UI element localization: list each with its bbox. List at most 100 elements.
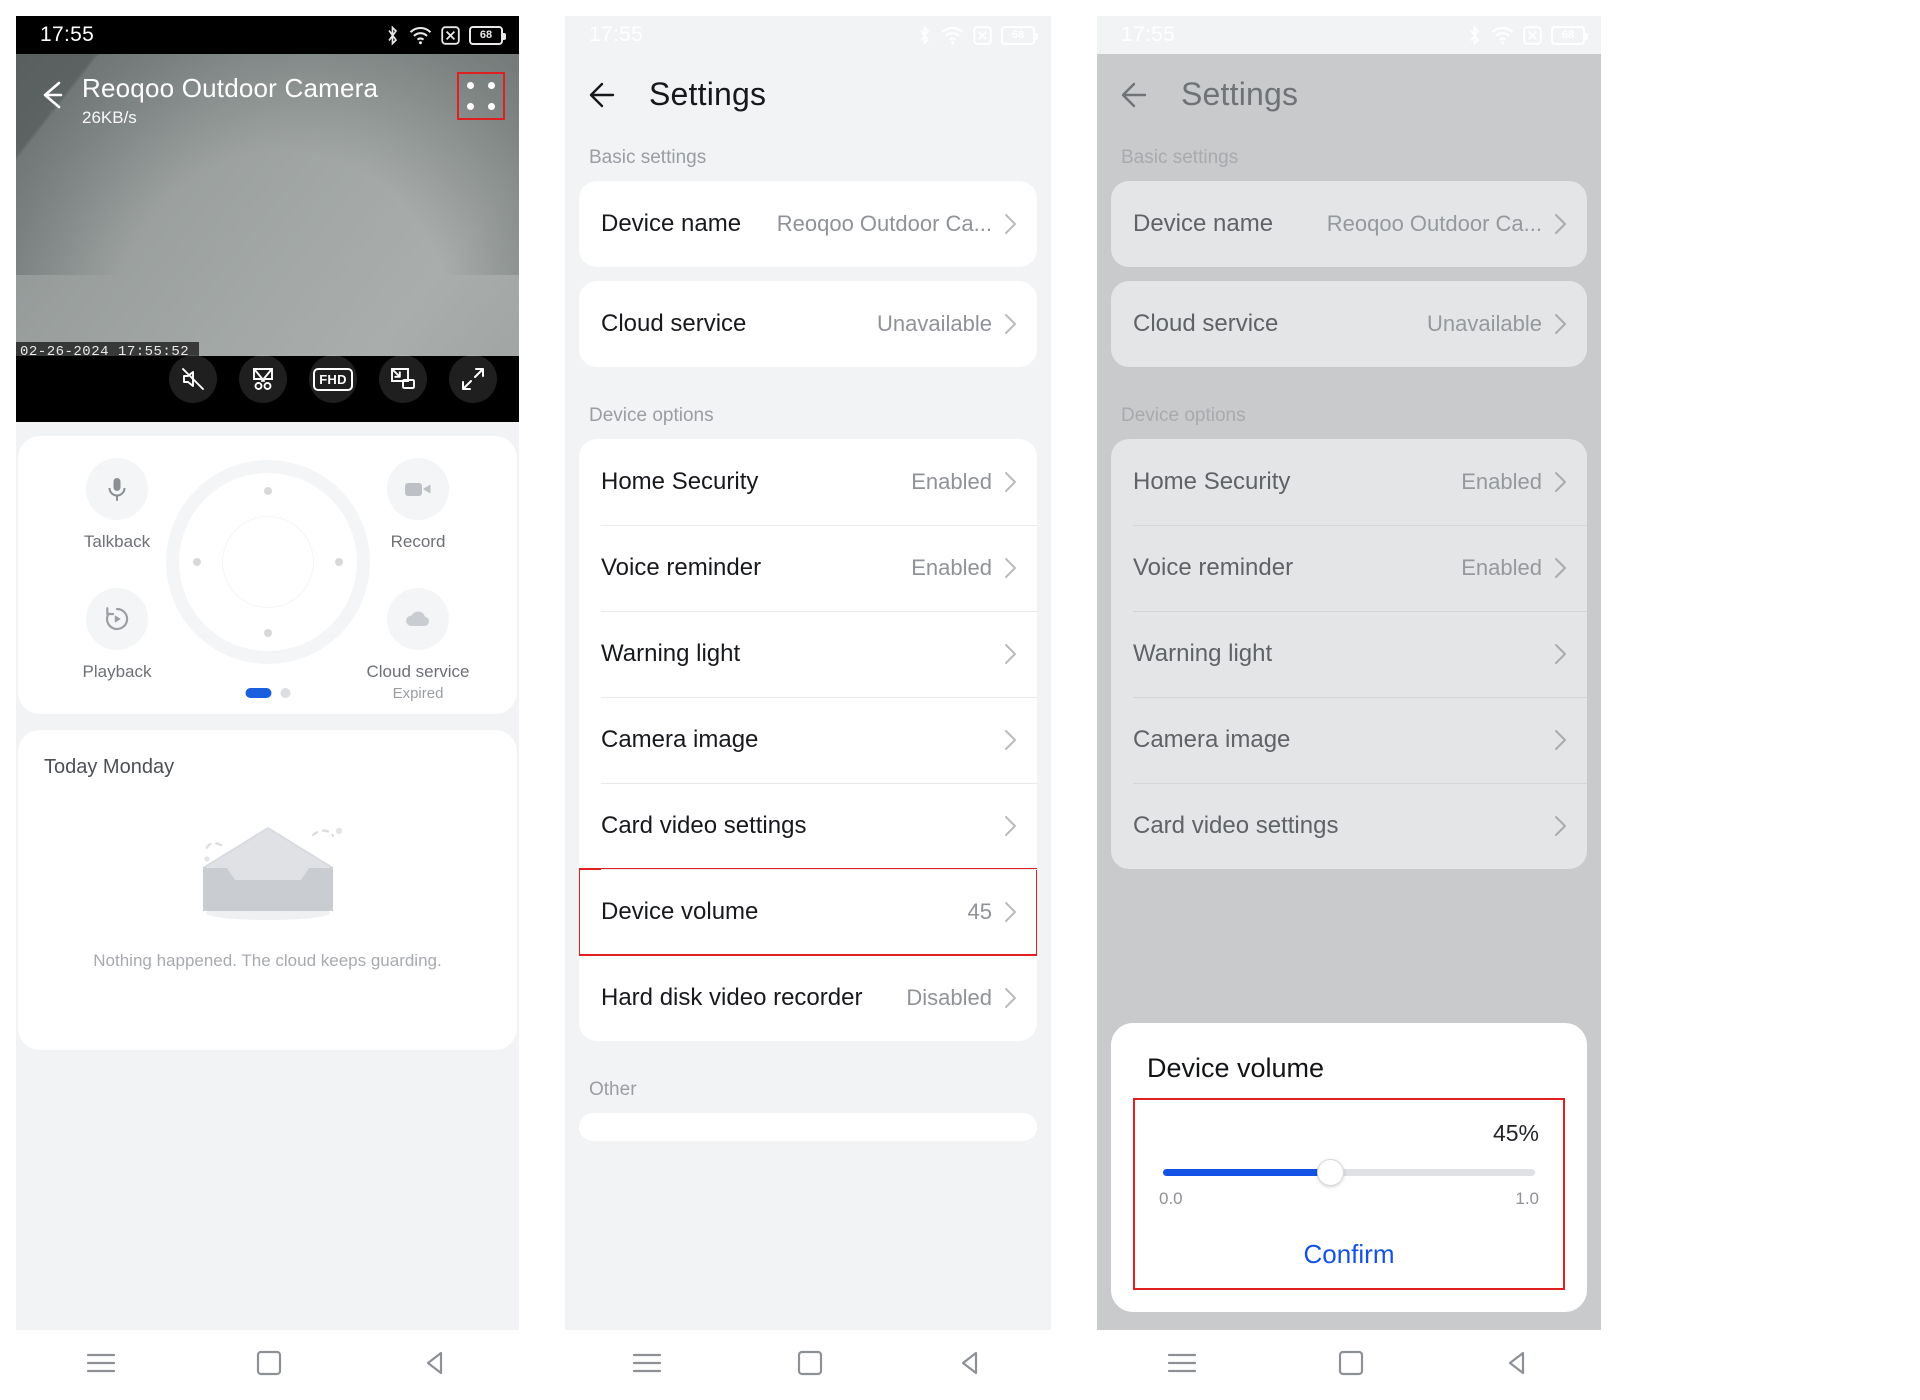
android-nav-bar — [565, 1330, 1051, 1400]
settings-header: Settings — [1097, 54, 1601, 123]
settings-group-device-options: Home Security Enabled Voice reminder Ena… — [1111, 439, 1587, 869]
settings-row-device-name[interactable]: Device name Reoqoo Outdoor Ca... — [1111, 181, 1587, 267]
chevron-right-icon — [1005, 644, 1016, 664]
settings-row-card-video-settings[interactable]: Card video settings — [579, 783, 1037, 869]
panel-divider — [535, 0, 549, 1400]
events-empty-text: Nothing happened. The cloud keeps guardi… — [93, 951, 442, 970]
settings-row-warning-light[interactable]: Warning light — [1111, 611, 1587, 697]
settings-group-device-options: Home Security Enabled Voice reminder Ena… — [579, 439, 1037, 1041]
panel-volume-dialog: 17:55 68 Settings Basic settings Device … — [1081, 0, 1601, 1400]
fullscreen-button[interactable] — [449, 355, 497, 403]
chevron-right-icon — [1555, 314, 1566, 334]
nav-home-button[interactable] — [1338, 1350, 1364, 1381]
settings-row-voice-reminder[interactable]: Voice reminder Enabled — [579, 525, 1037, 611]
page-title: Settings — [649, 76, 767, 112]
mute-button[interactable] — [169, 355, 217, 403]
row-label: Hard disk video recorder — [601, 984, 863, 1011]
settings-row-camera-image[interactable]: Camera image — [1111, 697, 1587, 783]
row-value: Unavailable — [1427, 311, 1542, 336]
settings-group-cloud-service: Cloud service Unavailable — [1111, 281, 1587, 367]
row-label: Device volume — [601, 898, 759, 925]
row-label: Cloud service — [601, 310, 747, 337]
row-value: Reoqoo Outdoor Ca... — [776, 211, 992, 236]
nav-recents-button[interactable] — [632, 1352, 662, 1379]
nav-back-button[interactable] — [423, 1350, 449, 1381]
scissors-icon — [253, 368, 273, 390]
settings-row-camera-image[interactable]: Camera image — [579, 697, 1037, 783]
device-volume-dialog: Device volume 45% 0.0 1.0 Confirm — [1111, 1023, 1587, 1312]
chevron-right-icon — [1005, 988, 1016, 1008]
row-label: Card video settings — [1133, 812, 1339, 839]
status-bar-icons: 68 — [917, 24, 1038, 46]
row-label: Voice reminder — [601, 554, 762, 581]
row-value: Enabled — [911, 469, 992, 494]
snapshot-button[interactable] — [239, 355, 287, 403]
row-label: Cloud service — [1133, 310, 1279, 337]
pager-dot-active[interactable] — [245, 688, 271, 698]
row-label: Device name — [601, 210, 742, 237]
settings-row-hard-disk-video-recorder[interactable]: Hard disk video recorder Disabled — [579, 955, 1037, 1041]
nav-recents-button[interactable] — [86, 1352, 116, 1379]
slider-fill — [1163, 1169, 1331, 1176]
playback-button[interactable]: Playback — [52, 588, 182, 682]
row-value: Enabled — [1461, 469, 1542, 494]
settings-row-device-name[interactable]: Device name Reoqoo Outdoor Ca... — [579, 181, 1037, 267]
settings-group-cloud-service: Cloud service Unavailable — [579, 281, 1037, 367]
settings-row-home-security[interactable]: Home Security Enabled — [579, 439, 1037, 525]
record-button[interactable]: Record — [353, 458, 483, 552]
three-panel-screenshot: 17:55 68 Reoqoo Outdoor Camera 26KB/s 02… — [0, 0, 1920, 1400]
cloud-icon — [387, 588, 449, 650]
confirm-button[interactable]: Confirm — [1153, 1209, 1545, 1280]
row-label: Voice reminder — [1133, 554, 1294, 581]
cloud-service-button[interactable]: Cloud service Expired — [353, 588, 483, 702]
settings-row-home-security[interactable]: Home Security Enabled — [1111, 439, 1587, 525]
settings-row-warning-light[interactable]: Warning light — [579, 611, 1037, 697]
settings-row-device-volume[interactable]: Device volume 45 — [579, 868, 1037, 956]
nav-back-button[interactable] — [1505, 1350, 1531, 1381]
back-arrow-icon[interactable] — [30, 72, 76, 118]
pager-dot[interactable] — [280, 688, 290, 698]
chevron-right-icon — [1555, 472, 1566, 492]
battery-icon: 68 — [1001, 25, 1038, 45]
cloud-service-status: Expired — [392, 685, 444, 702]
menu-lines-icon — [633, 1353, 662, 1372]
card-pager[interactable] — [245, 688, 290, 698]
settings-row-voice-reminder[interactable]: Voice reminder Enabled — [1111, 525, 1587, 611]
android-nav-bar — [1097, 1330, 1601, 1400]
nav-home-button[interactable] — [797, 1350, 823, 1381]
row-value: Disabled — [906, 985, 992, 1010]
square-icon — [797, 1350, 823, 1375]
back-arrow-icon[interactable] — [1119, 78, 1159, 112]
talkback-button[interactable]: Talkback — [52, 458, 182, 552]
row-right: Reoqoo Outdoor Ca... — [777, 211, 1017, 237]
speaker-muted-icon — [182, 368, 204, 390]
live-video-area[interactable]: Reoqoo Outdoor Camera 26KB/s 02-26-2024 … — [16, 54, 519, 422]
microphone-icon — [86, 458, 148, 520]
nav-recents-button[interactable] — [1167, 1352, 1197, 1379]
slider-knob[interactable] — [1316, 1159, 1344, 1186]
settings-row-cloud-service[interactable]: Cloud service Unavailable — [579, 281, 1037, 367]
four-dots-menu-icon[interactable] — [457, 72, 505, 120]
row-right: Unavailable — [877, 311, 1017, 337]
row-label: Warning light — [1133, 640, 1273, 667]
camera-control-card: Talkback Record Playback Cloud service E… — [18, 436, 517, 714]
ptz-dpad[interactable] — [165, 460, 370, 664]
ptz-center[interactable] — [221, 516, 314, 608]
chevron-right-icon — [1005, 314, 1016, 334]
settings-body-dimmed: Settings Basic settings Device name Reoq… — [1097, 54, 1601, 1330]
quality-button[interactable]: FHD — [309, 355, 357, 403]
nav-home-button[interactable] — [256, 1350, 282, 1381]
pip-button[interactable] — [379, 355, 427, 403]
video-camera-icon — [387, 458, 449, 520]
back-arrow-icon[interactable] — [587, 78, 627, 112]
bluetooth-icon — [388, 24, 398, 46]
settings-row-card-video-settings[interactable]: Card video settings — [1111, 783, 1587, 869]
nav-back-button[interactable] — [958, 1350, 984, 1381]
dialog-highlight-box: 45% 0.0 1.0 Confirm — [1133, 1098, 1565, 1290]
row-label: Camera image — [601, 726, 759, 753]
chevron-right-icon — [1005, 730, 1016, 750]
playback-replay-icon — [86, 588, 148, 650]
settings-row-cloud-service[interactable]: Cloud service Unavailable — [1111, 281, 1587, 367]
row-value: Reoqoo Outdoor Ca... — [1326, 211, 1542, 236]
volume-slider[interactable] — [1153, 1157, 1545, 1187]
